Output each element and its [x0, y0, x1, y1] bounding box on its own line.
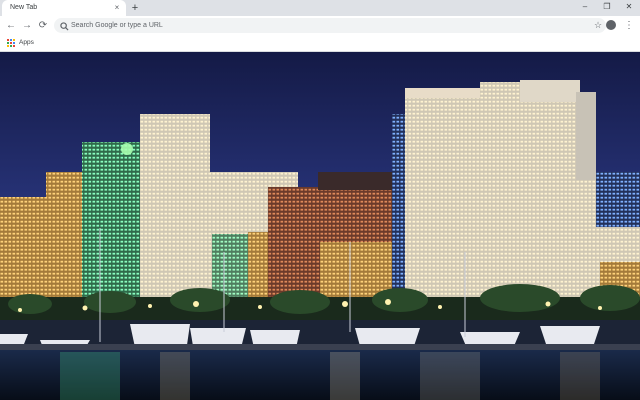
new-tab-button[interactable]: +	[128, 1, 142, 15]
bookmarks-bar: Apps	[0, 35, 640, 52]
new-tab-wallpaper	[0, 52, 640, 400]
tab-new-tab[interactable]: New Tab ×	[2, 0, 126, 16]
minimize-button[interactable]: –	[574, 0, 596, 14]
address-placeholder: Search Google or type a URL	[71, 22, 163, 29]
window-close-button[interactable]: ✕	[618, 0, 640, 14]
search-icon	[60, 19, 70, 31]
forward-button[interactable]: →	[20, 19, 34, 33]
apps-bookmark[interactable]: Apps	[19, 37, 34, 49]
apps-grid-icon[interactable]	[7, 39, 15, 47]
close-icon[interactable]: ×	[112, 2, 122, 14]
browser-toolbar: ← → ⟳ Search Google or type a URL ☆ ⋮	[0, 16, 640, 35]
restore-button[interactable]: ❐	[596, 0, 618, 14]
back-button[interactable]: ←	[4, 19, 18, 33]
city-skyline-image	[0, 52, 640, 400]
tab-title: New Tab	[10, 4, 38, 11]
browser-menu-icon[interactable]: ⋮	[624, 19, 634, 33]
profile-avatar-icon[interactable]	[606, 20, 616, 30]
reload-button[interactable]: ⟳	[36, 19, 50, 33]
bookmark-star-icon[interactable]: ☆	[592, 18, 604, 33]
address-bar[interactable]: Search Google or type a URL ☆	[54, 18, 606, 33]
tab-strip: New Tab × + – ❐ ✕	[0, 0, 640, 16]
